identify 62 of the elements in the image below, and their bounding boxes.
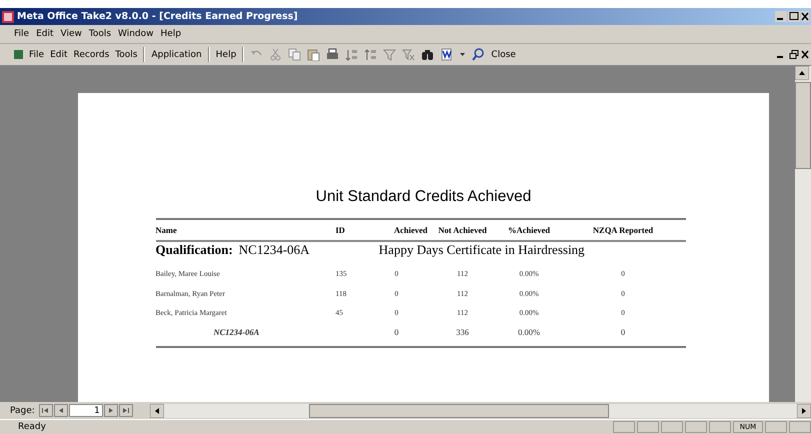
menu-item[interactable]: Application <box>151 50 202 60</box>
first-page-icon[interactable] <box>38 404 53 417</box>
menu-item[interactable]: Help <box>216 50 236 60</box>
printer-icon[interactable] <box>326 48 340 61</box>
menu-item[interactable]: Window <box>118 29 154 39</box>
minimize-icon[interactable] <box>775 11 787 22</box>
total-cell-text: 336 <box>455 327 470 338</box>
report-title: Unit Standard Credits Achieved <box>316 188 532 206</box>
status-pane <box>613 421 635 433</box>
scroll-left-icon[interactable] <box>150 404 164 418</box>
window-title: Meta Office Take2 v8.0.0 - [Credits Earned Progress] <box>17 11 299 22</box>
sort-ascending-icon[interactable] <box>345 48 358 61</box>
status-pane <box>765 421 787 433</box>
close-icon[interactable] <box>801 11 809 22</box>
column-header: %Achieved <box>506 225 552 235</box>
magnifier-icon[interactable] <box>472 48 486 61</box>
previous-page-icon[interactable] <box>54 404 68 417</box>
maximize-icon[interactable] <box>788 11 800 22</box>
qualification-name: Happy Days Certificate in Hairdressing <box>378 242 585 258</box>
paste-icon[interactable] <box>307 48 320 61</box>
page-label: Page: <box>10 406 35 416</box>
menu-item[interactable]: Help <box>160 29 182 39</box>
form-icon <box>14 50 23 59</box>
menu-item[interactable]: Records <box>74 50 110 60</box>
column-header: Not Achieved <box>437 225 488 235</box>
binoculars-icon[interactable] <box>421 48 434 61</box>
menu-item[interactable]: Edit <box>50 50 68 60</box>
menu-item[interactable]: File <box>29 50 44 60</box>
last-page-icon[interactable] <box>118 404 133 417</box>
restore-icon[interactable] <box>788 49 800 60</box>
horizontal-scrollbar[interactable] <box>150 404 811 418</box>
column-header: Achieved <box>392 225 428 235</box>
scroll-right-icon[interactable] <box>797 404 811 418</box>
total-cell-text: 0.00% <box>517 327 541 338</box>
close-button[interactable]: Close <box>491 50 516 60</box>
scroll-up-icon[interactable] <box>795 66 809 80</box>
menu-item[interactable]: Tools <box>115 50 138 60</box>
total-cell-text: 0 <box>393 327 400 338</box>
total-cell-text: 0 <box>620 327 626 338</box>
page-number-field[interactable]: 1 <box>68 404 103 417</box>
status-text: Ready <box>18 422 47 432</box>
column-header: ID <box>336 225 346 235</box>
status-pane <box>789 421 811 433</box>
menu-item[interactable]: Tools <box>88 29 112 39</box>
qualification-label: Qualification: <box>156 242 233 258</box>
menu-item[interactable]: File <box>14 29 30 39</box>
qualification-code: NC1234-06A <box>238 242 311 258</box>
close-icon[interactable] <box>801 49 809 60</box>
menu-item[interactable]: Edit <box>36 29 54 39</box>
app-icon <box>2 10 14 22</box>
column-header: NZQA Reported <box>592 225 654 235</box>
status-pane <box>661 421 683 433</box>
total-label: NC1234-06A <box>212 327 260 338</box>
document-icon[interactable] <box>440 48 454 61</box>
column-header: Name <box>156 225 178 235</box>
vertical-scrollbar[interactable] <box>795 66 811 402</box>
next-page-icon[interactable] <box>104 404 118 417</box>
status-pane <box>685 421 707 433</box>
status-pane <box>637 421 659 433</box>
status-pane <box>709 421 731 433</box>
sort-descending-icon[interactable] <box>364 48 378 61</box>
menu-item[interactable]: View <box>60 29 82 39</box>
